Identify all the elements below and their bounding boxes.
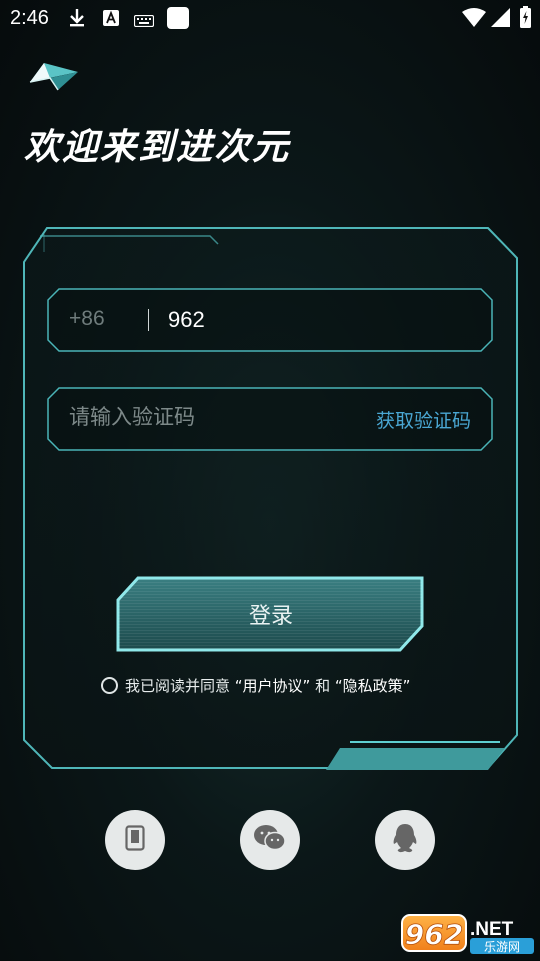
watermark-suffix: .NET	[470, 919, 514, 940]
phone-login-button[interactable]	[105, 810, 165, 870]
phone-icon	[125, 825, 145, 855]
agreement-radio[interactable]	[101, 677, 118, 694]
divider	[148, 309, 149, 331]
wechat-icon	[253, 824, 287, 856]
privacy-policy-link[interactable]: “隐私政策”	[335, 675, 411, 696]
watermark-number: 962	[405, 918, 463, 951]
get-code-button[interactable]: 获取验证码	[376, 406, 471, 433]
country-code[interactable]: +86	[69, 307, 105, 331]
agreement-text: 我已阅读并同意	[125, 677, 235, 695]
phone-field[interactable]: +86	[47, 288, 493, 352]
phone-input[interactable]	[168, 307, 468, 333]
qq-login-button[interactable]	[375, 810, 435, 870]
wechat-login-button[interactable]	[240, 810, 300, 870]
login-button[interactable]: 登录	[116, 576, 426, 652]
verification-code-field[interactable]: 获取验证码	[47, 387, 493, 451]
agreement-and: 和	[310, 677, 335, 695]
login-button-label: 登录	[248, 604, 293, 629]
watermark-subtitle: 乐游网	[484, 940, 520, 954]
qq-icon	[391, 822, 419, 858]
user-agreement-link[interactable]: “用户协议”	[235, 675, 311, 696]
site-watermark: 962 .NET 乐游网	[400, 909, 538, 961]
agreement-row: 我已阅读并同意 “用户协议” 和 “隐私政策”	[101, 675, 410, 696]
verification-code-input[interactable]	[69, 405, 329, 429]
